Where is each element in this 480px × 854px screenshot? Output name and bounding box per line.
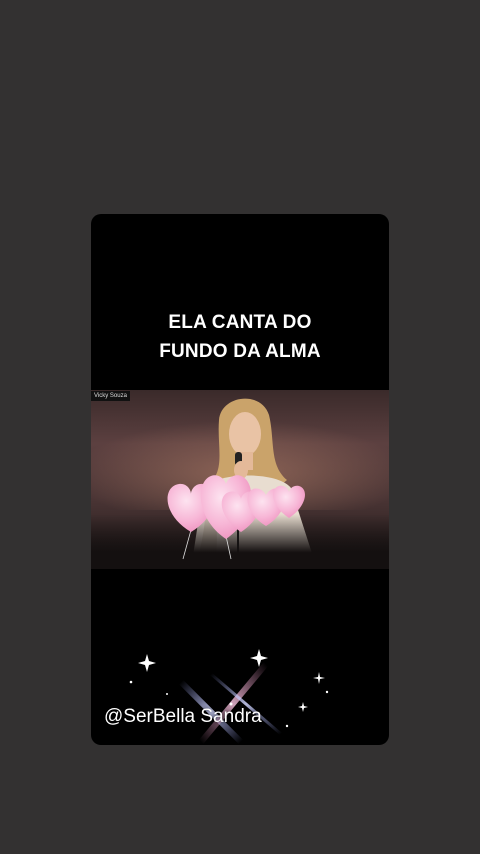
creator-handle[interactable]: @SerBella Sandra (104, 706, 262, 728)
story-card[interactable]: ELA CANTA DO FUNDO DA ALMA Vicky Souza @… (91, 214, 389, 745)
sparkle-cluster (129, 649, 329, 745)
